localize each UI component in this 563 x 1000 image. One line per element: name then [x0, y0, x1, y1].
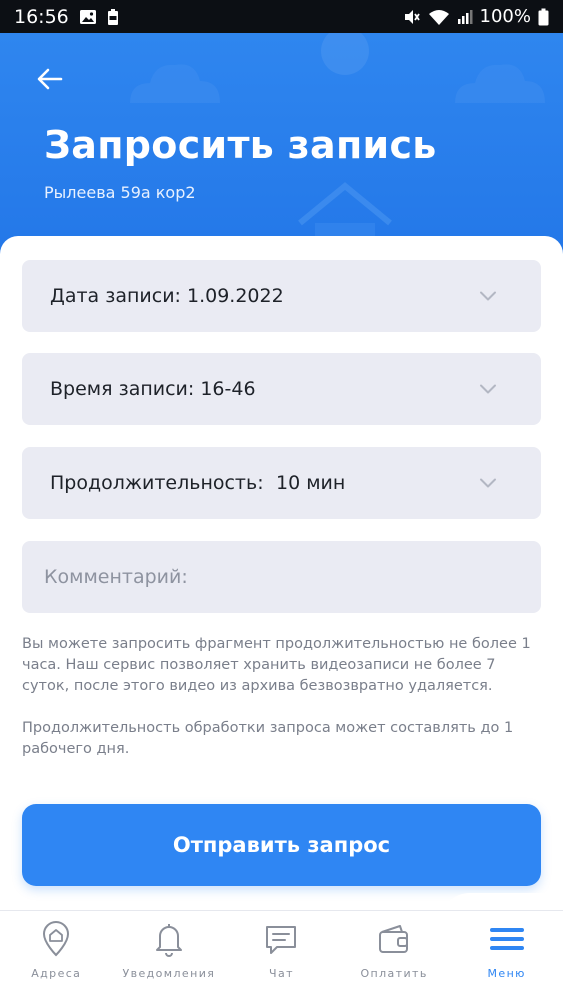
nav-label: Оплатить: [360, 967, 428, 980]
bell-icon: [155, 924, 182, 957]
chevron-down-icon: [480, 291, 496, 301]
form-card: Дата записи: 1.09.2022 Время записи: 16-…: [0, 236, 563, 916]
battery-percent: 100%: [479, 6, 531, 27]
nav-label: Чат: [269, 967, 294, 980]
nav-item-pay[interactable]: Оплатить: [338, 911, 451, 1000]
bottom-nav: Адреса Уведомления Чат Оплатить Меню: [0, 910, 563, 1000]
back-button[interactable]: [30, 59, 70, 99]
battery-saver-icon: [107, 8, 119, 26]
info-processing-text: Продолжительность обработки запроса може…: [22, 720, 514, 757]
wallet-icon: [379, 925, 409, 953]
mute-icon: [403, 8, 421, 26]
cloud-decoration-icon: [130, 64, 220, 103]
date-select[interactable]: Дата записи: 1.09.2022: [22, 260, 541, 332]
wifi-icon: [428, 8, 450, 26]
status-time: 16:56: [14, 5, 69, 28]
nav-item-notifications[interactable]: Уведомления: [113, 911, 226, 1000]
arrow-left-icon: [37, 68, 63, 90]
header: Запросить запись Рылеева 59а кор2: [0, 33, 563, 263]
hamburger-menu-icon: [489, 928, 524, 950]
status-bar: 16:56 100%: [0, 0, 563, 33]
time-label: Время записи: 16-46: [50, 378, 256, 400]
signal-icon: [457, 9, 473, 25]
duration-select[interactable]: Продолжительность: 10 мин: [22, 447, 541, 519]
cloud-decoration-icon: [321, 33, 369, 75]
page-title: Запросить запись: [44, 123, 437, 167]
cloud-decoration-icon: [455, 64, 545, 103]
battery-icon: [538, 8, 549, 26]
image-icon: [79, 9, 97, 25]
location-home-icon: [43, 921, 70, 957]
duration-value: 10 мин: [276, 472, 346, 494]
address-subtitle: Рылеева 59а кор2: [44, 183, 196, 202]
submit-request-button[interactable]: Отправить запрос: [22, 804, 541, 886]
comment-input[interactable]: [22, 541, 541, 613]
chat-icon: [266, 926, 297, 954]
duration-label: Продолжительность:: [50, 472, 264, 494]
nav-label: Адреса: [31, 967, 82, 980]
date-label: Дата записи: 1.09.2022: [50, 285, 284, 307]
time-select[interactable]: Время записи: 16-46: [22, 353, 541, 425]
nav-item-addresses[interactable]: Адреса: [0, 911, 113, 1000]
nav-item-chat[interactable]: Чат: [225, 911, 338, 1000]
nav-label: Меню: [487, 967, 526, 980]
nav-item-menu[interactable]: Меню: [450, 911, 563, 1000]
chevron-down-icon: [480, 478, 496, 488]
chevron-down-icon: [480, 384, 496, 394]
info-retention-text: Вы можете запросить фрагмент продолжител…: [22, 636, 531, 694]
nav-label: Уведомления: [122, 967, 216, 980]
